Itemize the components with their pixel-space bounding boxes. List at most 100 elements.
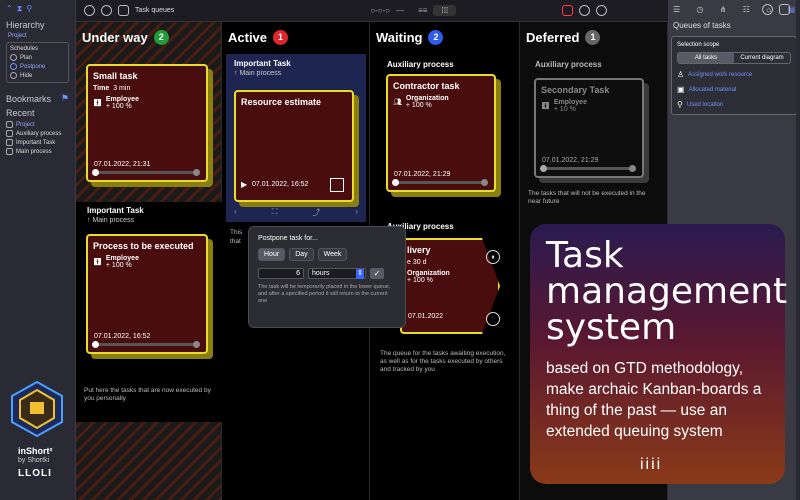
brand-by: by Shortki [18, 457, 50, 464]
chip-day[interactable]: Day [289, 248, 314, 261]
unit-select[interactable]: hours [308, 268, 366, 279]
recent-item[interactable]: Auxiliary process [0, 129, 75, 138]
card-progress[interactable] [392, 179, 488, 186]
stop-icon[interactable] [562, 5, 574, 16]
scope-all-tasks[interactable]: All tasks [678, 53, 734, 63]
pin-icon[interactable]: ⚲ [26, 4, 32, 14]
clock-icon[interactable]: ◷ [696, 5, 703, 14]
task-icon [6, 139, 13, 146]
hierarchy-project[interactable]: Project [0, 32, 75, 40]
card-title: Process to be executed [93, 241, 194, 251]
card-small-task[interactable]: Small task Time 3 min 🚹︎ Employee + 100 % 0… [86, 64, 208, 182]
link-material[interactable]: ▣ Allocated material [677, 85, 791, 94]
active-nav: ‹ ⛶ ⤴ › [234, 207, 358, 218]
hierarchy-heading: Hierarchy [6, 20, 45, 30]
confirm-button[interactable]: ✓ [370, 268, 384, 279]
card-date: 07.01.2022, 16:52 [94, 333, 151, 340]
card-assignee: Organization + 100 % [407, 270, 450, 284]
deferred-title: Deferred [526, 30, 580, 45]
sidebar-toggle-icon[interactable] [84, 5, 95, 16]
card-contractor-task[interactable]: Contractor task 👥︎ Organization + 100 % 07… [386, 74, 496, 192]
prev-icon[interactable]: ‹ [234, 207, 237, 218]
columns-icon[interactable]: ⁞⁞⁞ [433, 5, 457, 16]
tree-icon[interactable]: ⋔ [720, 5, 727, 14]
card-title: Contractor task [393, 81, 460, 91]
fullscreen-icon[interactable]: ⛶ [272, 207, 278, 218]
next-icon[interactable]: › [355, 207, 358, 218]
card-progress[interactable] [92, 169, 200, 176]
chip-week[interactable]: Week [317, 248, 348, 261]
active-title: Active [228, 30, 268, 45]
share-icon[interactable]: ⤴ [312, 207, 320, 218]
card-assignee: 🚹︎ Employee + 100 % [93, 96, 139, 110]
play-icon[interactable]: ▶ [241, 180, 247, 189]
underway-header: Under way 2 [76, 22, 221, 45]
recent-item[interactable]: Main process [0, 147, 75, 156]
filter-icon[interactable]: ⧗ [17, 4, 23, 14]
waiting-note: The queue for the tasks awaiting executi… [380, 350, 506, 373]
card-date: 07.01.2022, 16:52 [252, 181, 309, 188]
active-note-a: This [230, 229, 243, 236]
waiting-title: Waiting [376, 30, 423, 45]
window-controls [762, 4, 790, 15]
window-title: Task queues [135, 7, 175, 14]
bookmark-icon[interactable]: ⚑ [61, 93, 69, 104]
add-icon[interactable] [118, 5, 129, 16]
list-icon[interactable]: ☰ [673, 5, 680, 14]
card-date: 07.01.2022, 21:29 [542, 157, 599, 164]
box-icon: ▣ [677, 85, 685, 94]
card-delivery[interactable]: livery e 30 d Organization + 100 % 07.01.… [400, 238, 500, 334]
postpone-icon [10, 63, 17, 70]
amount-input[interactable]: 6 [258, 268, 304, 279]
pause-icon[interactable]: ⏸ [486, 250, 500, 264]
flow-icon[interactable]: ○-○-○ [370, 6, 390, 15]
panel-edge [796, 0, 800, 500]
compass-icon[interactable] [596, 5, 608, 16]
folder-icon [6, 121, 13, 128]
active-count: 1 [273, 30, 289, 45]
person-icon: 🚹︎ [541, 103, 550, 110]
promo-card: Task management system based on GTD meth… [530, 224, 787, 484]
status-circle-icon[interactable] [486, 312, 500, 326]
card-title: Secondary Task [541, 85, 610, 95]
split-view-icon[interactable] [762, 4, 773, 15]
link-work-resource[interactable]: ♙ Assigned work resource [677, 70, 791, 79]
card-progress[interactable] [540, 165, 636, 172]
schedule-postpone[interactable]: Postpone [10, 63, 65, 70]
process-icon [6, 130, 13, 137]
timer-icon[interactable] [101, 5, 112, 16]
edit-icon[interactable] [579, 5, 591, 16]
connector-icon[interactable]: ⎯⎯ [396, 6, 404, 16]
card-secondary-task[interactable]: Secondary Task 🚹︎ Employee + 10 % 07.01.20… [534, 78, 644, 178]
underway-note: Put here the tasks that are now executed… [84, 387, 211, 402]
card-assignee: 🚹︎ Employee + 100 % [93, 255, 139, 269]
person-icon: 🚹︎ [93, 259, 102, 266]
card-progress[interactable] [92, 341, 200, 348]
list-icon[interactable]: ≡≡ [418, 6, 427, 15]
chip-hour[interactable]: Hour [258, 248, 286, 261]
active-header: Active 1 [222, 22, 369, 45]
card-resource-estimate[interactable]: Resource estimate 07.01.2022, 16:52 ▶ [234, 90, 354, 202]
recent-heading: Recent [6, 108, 35, 118]
checkbox-icon[interactable] [330, 178, 344, 192]
process-group-auxiliary: Auxiliary process [387, 60, 454, 69]
person-icon: ♙ [677, 70, 685, 79]
scope-current-diagram[interactable]: Current diagram [734, 53, 790, 63]
layers-icon[interactable]: ☷ [743, 5, 750, 14]
underway-title: Under way [82, 30, 148, 45]
expand-icon[interactable]: ⌃ [6, 4, 13, 14]
recent-item[interactable]: Project [0, 120, 75, 129]
card-time: e 30 d [407, 259, 427, 266]
bookmarks-heading: Bookmarks ⚑ [6, 93, 69, 104]
link-location[interactable]: ⚲ Used location [677, 100, 791, 109]
people-icon: 👥︎ [393, 99, 402, 106]
popover-title: Postpone task for... [258, 235, 318, 242]
schedule-hide[interactable]: Hide [10, 72, 65, 79]
recent-item[interactable]: Important Task [0, 138, 75, 147]
panel-toggle-icon[interactable] [779, 4, 790, 15]
schedule-plan[interactable]: Plan [10, 54, 65, 61]
location-icon: ⚲ [677, 100, 683, 109]
active-group: Important Task ↑ Main process Resource e… [226, 54, 366, 222]
card-assignee: 🚹︎ Employee + 10 % [541, 99, 587, 113]
card-process-to-execute[interactable]: Process to be executed 🚹︎ Employee + 100 %… [86, 234, 208, 354]
